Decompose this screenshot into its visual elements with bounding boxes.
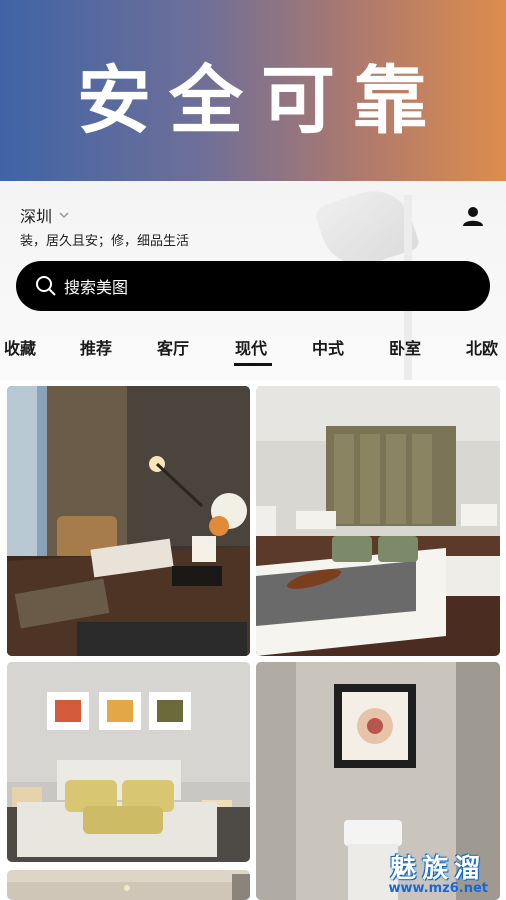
gallery-image-partial[interactable]	[7, 870, 250, 900]
promo-banner[interactable]: 安全可靠	[0, 0, 506, 181]
bedroom-pillows-photo	[7, 662, 250, 862]
gallery-image-bedroom-pillows[interactable]	[7, 662, 250, 862]
tab-modern[interactable]: 现代	[235, 335, 267, 359]
tab-nordic[interactable]: 北欧	[466, 335, 498, 359]
tab-chinese-style[interactable]: 中式	[312, 335, 344, 359]
image-gallery	[0, 380, 506, 900]
gallery-image-bedroom-violin[interactable]	[256, 386, 500, 656]
city-label: 深圳	[20, 207, 53, 226]
tab-favorites[interactable]: 收藏	[4, 335, 36, 359]
tab-recommended[interactable]: 推荐	[80, 335, 112, 359]
slogan-text: 装，居久且安；修，细品生活	[20, 234, 190, 249]
user-icon[interactable]	[460, 204, 486, 230]
tab-bedroom[interactable]: 卧室	[389, 335, 421, 359]
chevron-down-icon	[59, 212, 69, 219]
search-placeholder: 搜索美图	[64, 278, 129, 297]
banner-title: 安全可靠	[77, 58, 445, 144]
partial-photo	[7, 870, 250, 900]
watermark-url: www.mz6.net	[388, 881, 488, 896]
study-room-photo	[7, 386, 250, 656]
search-bar[interactable]: 搜索美图	[16, 261, 490, 311]
active-tab-indicator	[234, 363, 272, 366]
bedroom-violin-photo	[256, 386, 500, 656]
search-icon	[36, 276, 56, 296]
site-watermark: 魅族溜 www.mz6.net	[388, 848, 488, 896]
gallery-image-study-room[interactable]	[7, 386, 250, 656]
watermark-title: 魅族溜	[390, 854, 487, 884]
tab-living-room[interactable]: 客厅	[157, 335, 189, 359]
city-selector[interactable]: 深圳	[20, 203, 70, 227]
